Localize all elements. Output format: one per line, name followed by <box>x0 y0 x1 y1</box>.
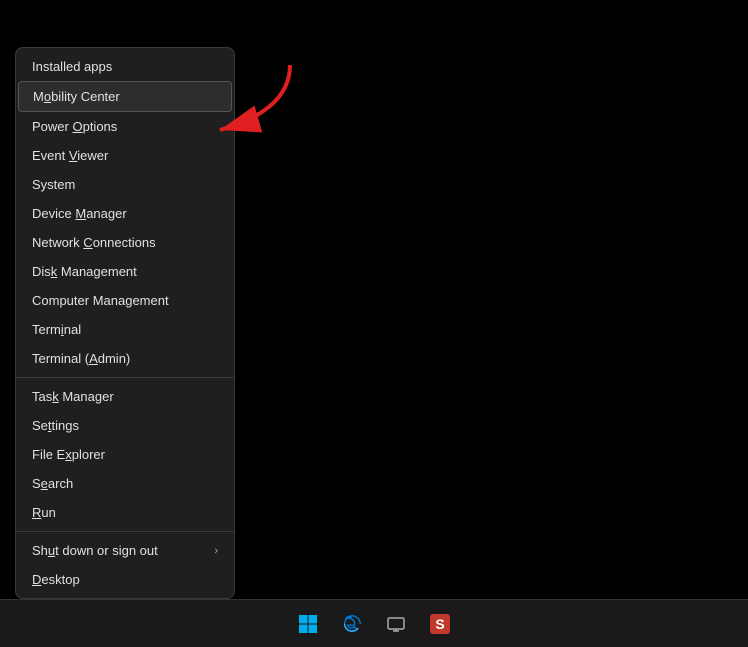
menu-item-label: Network Connections <box>32 235 156 250</box>
menu-item-label: Installed apps <box>32 59 112 74</box>
menu-item-task-manager[interactable]: Task Manager <box>16 382 234 411</box>
menu-item-label: Desktop <box>32 572 80 587</box>
menu-item-search[interactable]: Search <box>16 469 234 498</box>
menu-item-label: Computer Management <box>32 293 169 308</box>
app-s-button[interactable]: S <box>420 604 460 644</box>
menu-item-event-viewer[interactable]: Event Viewer <box>16 141 234 170</box>
menu-item-label: System <box>32 177 75 192</box>
menu-item-label: Event Viewer <box>32 148 108 163</box>
menu-item-disk-management[interactable]: Disk Management <box>16 257 234 286</box>
menu-item-installed-apps[interactable]: Installed apps <box>16 52 234 81</box>
menu-item-computer-management[interactable]: Computer Management <box>16 286 234 315</box>
menu-item-device-manager[interactable]: Device Manager <box>16 199 234 228</box>
menu-item-label: Terminal (Admin) <box>32 351 130 366</box>
svg-text:S: S <box>435 616 444 632</box>
menu-item-shut-down[interactable]: Shut down or sign out › <box>16 536 234 565</box>
chevron-right-icon: › <box>214 545 218 557</box>
menu-item-label: Settings <box>32 418 79 433</box>
menu-item-mobility-center[interactable]: Mobility Center <box>18 81 232 112</box>
menu-item-power-options[interactable]: Power Options <box>16 112 234 141</box>
menu-item-network-connections[interactable]: Network Connections <box>16 228 234 257</box>
menu-item-desktop[interactable]: Desktop <box>16 565 234 594</box>
menu-item-terminal-admin[interactable]: Terminal (Admin) <box>16 344 234 373</box>
menu-item-file-explorer[interactable]: File Explorer <box>16 440 234 469</box>
taskbar: S <box>0 599 748 647</box>
menu-item-label: Device Manager <box>32 206 127 221</box>
menu-item-run[interactable]: Run <box>16 498 234 527</box>
edge-browser-button[interactable] <box>332 604 372 644</box>
start-button[interactable] <box>288 604 328 644</box>
menu-item-system[interactable]: System <box>16 170 234 199</box>
menu-item-terminal[interactable]: Terminal <box>16 315 234 344</box>
context-menu: Installed apps Mobility Center Power Opt… <box>15 47 235 599</box>
menu-item-label: Disk Management <box>32 264 137 279</box>
menu-item-label: Terminal <box>32 322 81 337</box>
menu-item-label: Shut down or sign out <box>32 543 158 558</box>
menu-item-settings[interactable]: Settings <box>16 411 234 440</box>
system-icon-button[interactable] <box>376 604 416 644</box>
separator-2 <box>16 531 234 532</box>
menu-item-label: Power Options <box>32 119 117 134</box>
menu-item-label: File Explorer <box>32 447 105 462</box>
menu-item-label: Search <box>32 476 73 491</box>
separator-1 <box>16 377 234 378</box>
menu-item-label: Task Manager <box>32 389 114 404</box>
menu-item-label: Run <box>32 505 56 520</box>
menu-item-label: Mobility Center <box>33 89 120 104</box>
